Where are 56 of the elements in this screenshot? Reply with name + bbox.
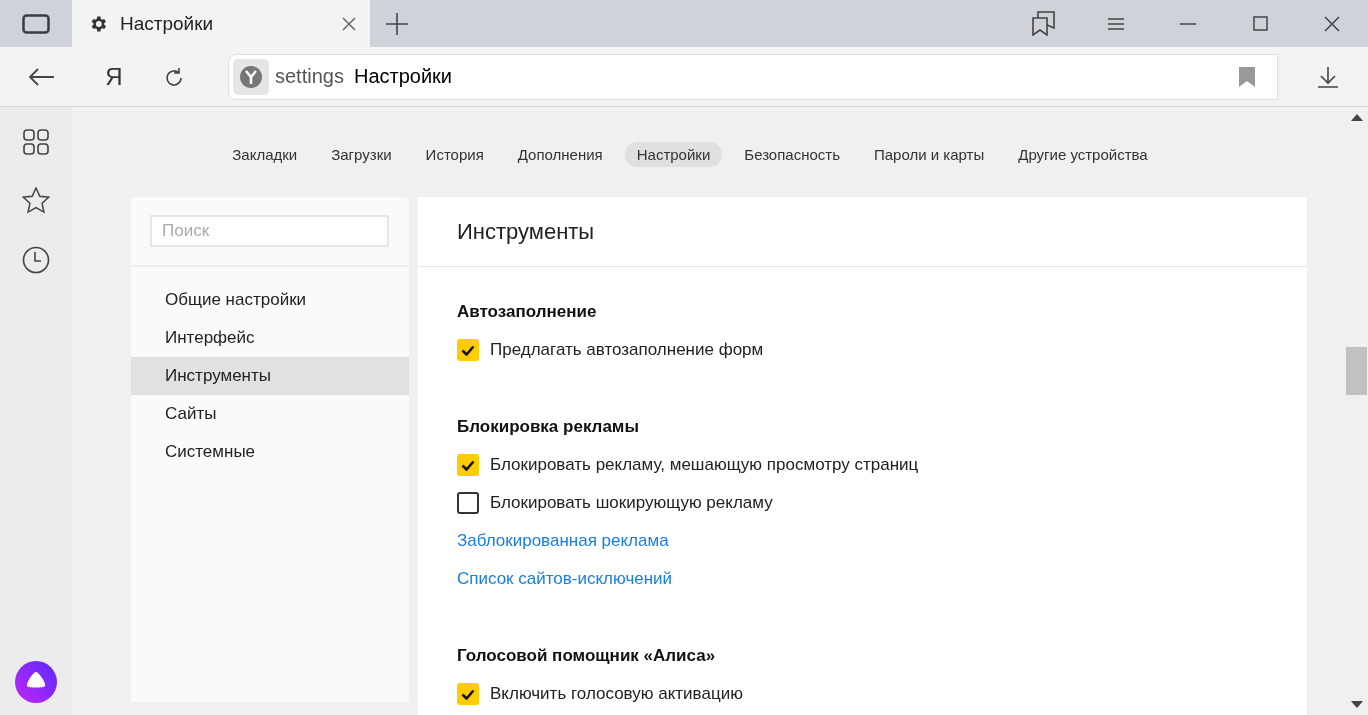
- grid-icon[interactable]: [23, 129, 49, 155]
- nav-tab[interactable]: Закладки: [220, 142, 310, 167]
- browser-logo-icon: [233, 58, 269, 95]
- nav-tab[interactable]: Пароли и карты: [862, 142, 997, 167]
- nav-tab[interactable]: Загрузки: [319, 142, 404, 167]
- clock-icon[interactable]: [22, 246, 50, 274]
- nav-tab[interactable]: Другие устройства: [1006, 142, 1160, 167]
- download-icon[interactable]: [1317, 65, 1339, 88]
- tabs-panel-icon[interactable]: [22, 13, 50, 34]
- nav-tab[interactable]: Безопасность: [732, 142, 852, 167]
- settings-link[interactable]: Список сайтов-исключений: [457, 560, 1268, 598]
- sidebar-item[interactable]: Общие настройки: [131, 281, 409, 319]
- checkbox-label: Включить голосовую активацию: [490, 684, 743, 704]
- star-icon[interactable]: [22, 187, 50, 214]
- checkbox[interactable]: [457, 683, 479, 705]
- close-icon[interactable]: [1324, 15, 1340, 32]
- bookmark-icon[interactable]: [1239, 66, 1255, 87]
- sidebar-item[interactable]: Системные: [131, 433, 409, 471]
- address-bar[interactable]: settings Настройки: [228, 53, 1278, 100]
- checkbox[interactable]: [457, 339, 479, 361]
- bookmarks-icon[interactable]: [1032, 11, 1056, 36]
- checkbox[interactable]: [457, 492, 479, 514]
- browser-tab[interactable]: Настройки: [72, 0, 370, 47]
- maximize-icon[interactable]: [1252, 16, 1268, 31]
- section-title: Блокировка рекламы: [457, 417, 639, 437]
- scroll-down-icon[interactable]: [1351, 701, 1363, 708]
- search-field[interactable]: Поиск: [150, 215, 389, 247]
- checkbox-label: Блокировать шокирующую рекламу: [490, 493, 773, 513]
- close-icon[interactable]: [342, 16, 356, 31]
- checkmark-icon: [461, 459, 475, 471]
- address-title: Настройки: [353, 65, 453, 88]
- nav-tab[interactable]: Настройки: [624, 142, 723, 167]
- checkbox-label: Блокировать рекламу, мешающую просмотру страниц: [490, 455, 919, 475]
- sidebar-item[interactable]: Интерфейс: [131, 319, 409, 357]
- scroll-thumb[interactable]: [1346, 347, 1367, 395]
- address-scheme: settings: [275, 65, 344, 88]
- checkmark-icon: [461, 688, 475, 700]
- minimize-icon[interactable]: [1180, 22, 1196, 25]
- sidebar-item[interactable]: Сайты: [131, 395, 409, 433]
- voice-assistant-icon[interactable]: [15, 661, 57, 703]
- back-arrow-icon[interactable]: [29, 67, 55, 86]
- sidebar-item[interactable]: Инструменты: [131, 357, 409, 395]
- plus-icon[interactable]: [386, 12, 408, 35]
- settings-link[interactable]: Заблокированная реклама: [457, 522, 1268, 560]
- nav-tab[interactable]: История: [413, 142, 496, 167]
- scroll-up-icon[interactable]: [1351, 114, 1363, 121]
- reload-icon[interactable]: [164, 66, 184, 87]
- checkbox[interactable]: [457, 454, 479, 476]
- menu-icon[interactable]: [1108, 17, 1124, 30]
- checkmark-icon: [461, 344, 475, 356]
- section-title: Голосовой помощник «Алиса»: [457, 646, 716, 666]
- panel-title: Инструменты: [457, 218, 595, 245]
- section-title: Автозаполнение: [457, 302, 597, 322]
- nav-tab[interactable]: Дополнения: [505, 142, 615, 167]
- yandex-home-button[interactable]: Я: [84, 62, 144, 91]
- checkbox-label: Предлагать автозаполнение форм: [490, 340, 764, 360]
